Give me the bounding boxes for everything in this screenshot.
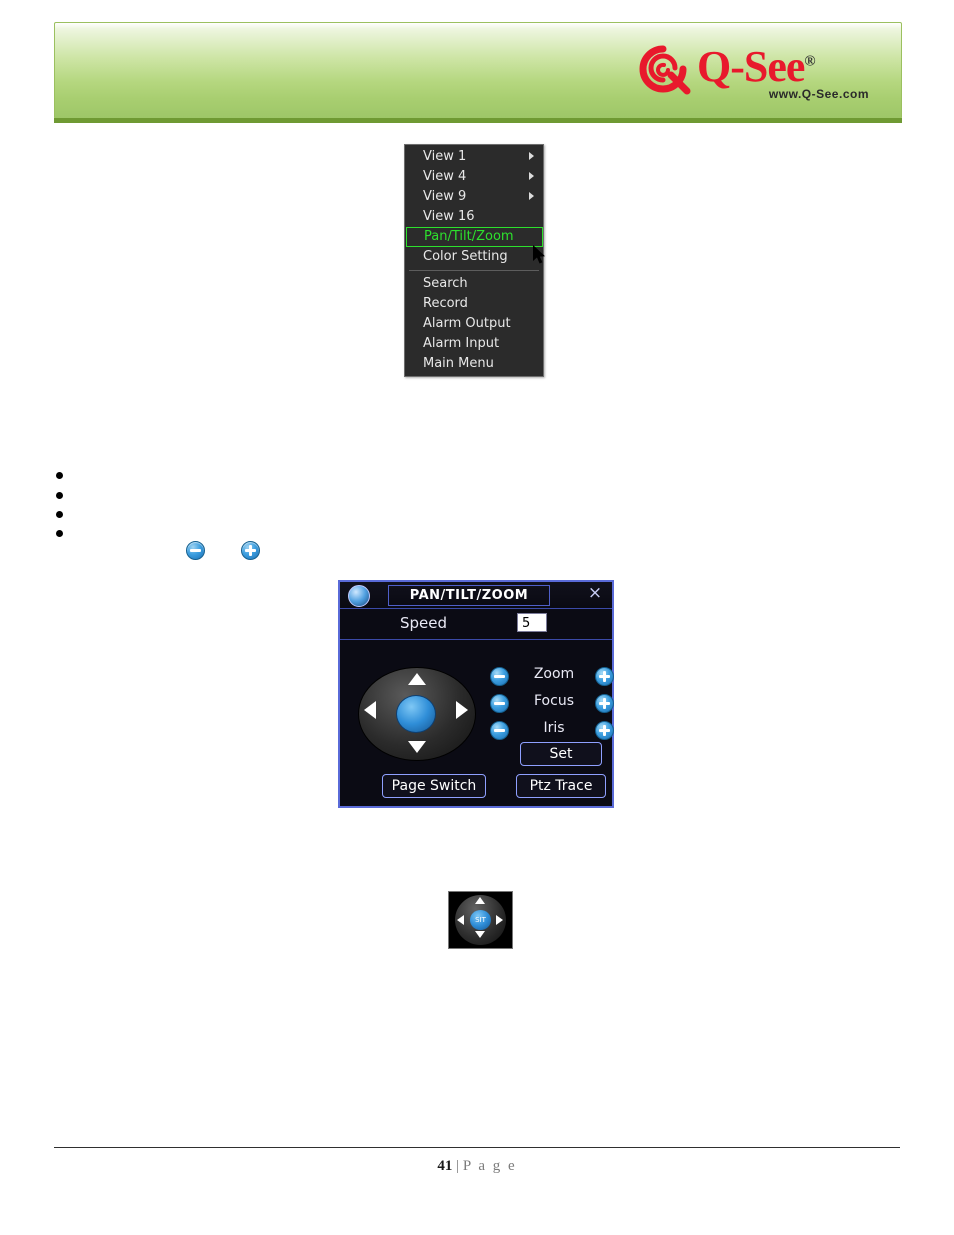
iris-plus-button[interactable]: [595, 721, 614, 740]
qsee-logo: Q-See® www.Q-See.com: [639, 37, 881, 105]
plus-circle-icon: [241, 541, 260, 560]
zoom-control-row: Zoom: [482, 666, 614, 686]
ptz-dialog-title: PAN/TILT/ZOOM: [388, 585, 550, 606]
ptz-direction-pad[interactable]: [358, 667, 476, 761]
footer-separator: |: [456, 1158, 460, 1174]
menu-item-alarm-input[interactable]: Alarm Input: [405, 334, 543, 354]
thumbnail-center-button: SIT: [470, 910, 491, 930]
arrow-left-icon[interactable]: [364, 701, 376, 719]
arrow-up-icon: [475, 897, 485, 904]
header-underline: [54, 118, 902, 123]
page-switch-button[interactable]: Page Switch: [382, 774, 486, 798]
zoom-minus-button[interactable]: [490, 667, 509, 686]
footer-divider: [54, 1147, 900, 1148]
menu-item-label: Main Menu: [423, 356, 494, 371]
menu-item-view-1[interactable]: View 1: [405, 147, 543, 167]
menu-item-label: View 4: [423, 169, 467, 184]
arrow-left-icon: [457, 915, 464, 925]
arrow-down-icon[interactable]: [408, 741, 426, 753]
menu-item-view-16[interactable]: View 16: [405, 207, 543, 227]
menu-item-label: Search: [423, 276, 468, 291]
logo-text: Q-See: [697, 42, 805, 91]
logo-wordmark: Q-See®: [697, 41, 816, 92]
arrow-right-icon: [496, 915, 503, 925]
logo-url: www.Q-See.com: [768, 87, 869, 101]
arrow-down-icon: [475, 931, 485, 938]
ptz-dialog-titlebar: PAN/TILT/ZOOM ×: [340, 582, 612, 609]
minus-circle-icon: [186, 541, 205, 560]
bullet-point: [56, 511, 63, 518]
iris-minus-button[interactable]: [490, 721, 509, 740]
direction-pad-center-button[interactable]: [396, 695, 436, 733]
close-icon[interactable]: ×: [586, 584, 604, 602]
menu-item-label: Alarm Output: [423, 316, 511, 331]
zoom-plus-button[interactable]: [595, 667, 614, 686]
header-banner: Q-See® www.Q-See.com: [54, 22, 902, 119]
bullet-point: [56, 492, 63, 499]
page-word: P a g e: [462, 1158, 517, 1174]
set-button[interactable]: Set: [520, 742, 602, 766]
logo-registered-mark: ®: [804, 53, 815, 70]
iris-label: Iris: [543, 720, 565, 736]
menu-item-record[interactable]: Record: [405, 294, 543, 314]
submenu-arrow-icon: [529, 192, 534, 200]
menu-item-pan-tilt-zoom[interactable]: Pan/Tilt/Zoom: [406, 227, 543, 247]
zoom-label: Zoom: [533, 666, 575, 682]
speed-label: Speed: [400, 614, 448, 632]
menu-item-view-4[interactable]: View 4: [405, 167, 543, 187]
ptz-dialog: PAN/TILT/ZOOM × Speed 5 Zoom Focus Iris …: [338, 580, 614, 808]
focus-minus-button[interactable]: [490, 694, 509, 713]
menu-item-label: View 9: [423, 189, 467, 204]
submenu-arrow-icon: [529, 172, 534, 180]
speed-row: Speed 5: [340, 609, 612, 640]
menu-item-label: Pan/Tilt/Zoom: [424, 229, 514, 244]
menu-item-label: View 1: [423, 149, 467, 164]
menu-item-label: Alarm Input: [423, 336, 500, 351]
bullet-point: [56, 530, 63, 537]
menu-item-label: Color Setting: [423, 249, 508, 264]
mouse-cursor-icon: [533, 245, 545, 264]
menu-item-alarm-output[interactable]: Alarm Output: [405, 314, 543, 334]
focus-label: Focus: [534, 693, 574, 709]
footer: 41 | P a g e: [0, 1158, 954, 1175]
focus-plus-button[interactable]: [595, 694, 614, 713]
page-number: 41: [437, 1158, 453, 1174]
menu-item-color-setting[interactable]: Color Setting: [405, 247, 543, 267]
arrow-right-icon[interactable]: [456, 701, 468, 719]
submenu-arrow-icon: [529, 152, 534, 160]
menu-item-label: Record: [423, 296, 468, 311]
menu-separator: [409, 270, 539, 271]
speed-input[interactable]: 5: [517, 613, 547, 632]
context-menu[interactable]: View 1 View 4 View 9 View 16 Pan/Tilt/Zo…: [404, 144, 544, 377]
direction-pad-thumbnail: SIT: [448, 891, 513, 949]
iris-control-row: Iris: [482, 720, 614, 740]
ptz-trace-button[interactable]: Ptz Trace: [516, 774, 606, 798]
bullet-point: [56, 472, 63, 479]
menu-item-label: View 16: [423, 209, 475, 224]
menu-item-search[interactable]: Search: [405, 274, 543, 294]
globe-icon: [348, 585, 370, 607]
menu-item-main-menu[interactable]: Main Menu: [405, 354, 543, 374]
q-swirl-icon: [639, 45, 691, 95]
menu-item-view-9[interactable]: View 9: [405, 187, 543, 207]
focus-control-row: Focus: [482, 693, 614, 713]
arrow-up-icon[interactable]: [408, 673, 426, 685]
